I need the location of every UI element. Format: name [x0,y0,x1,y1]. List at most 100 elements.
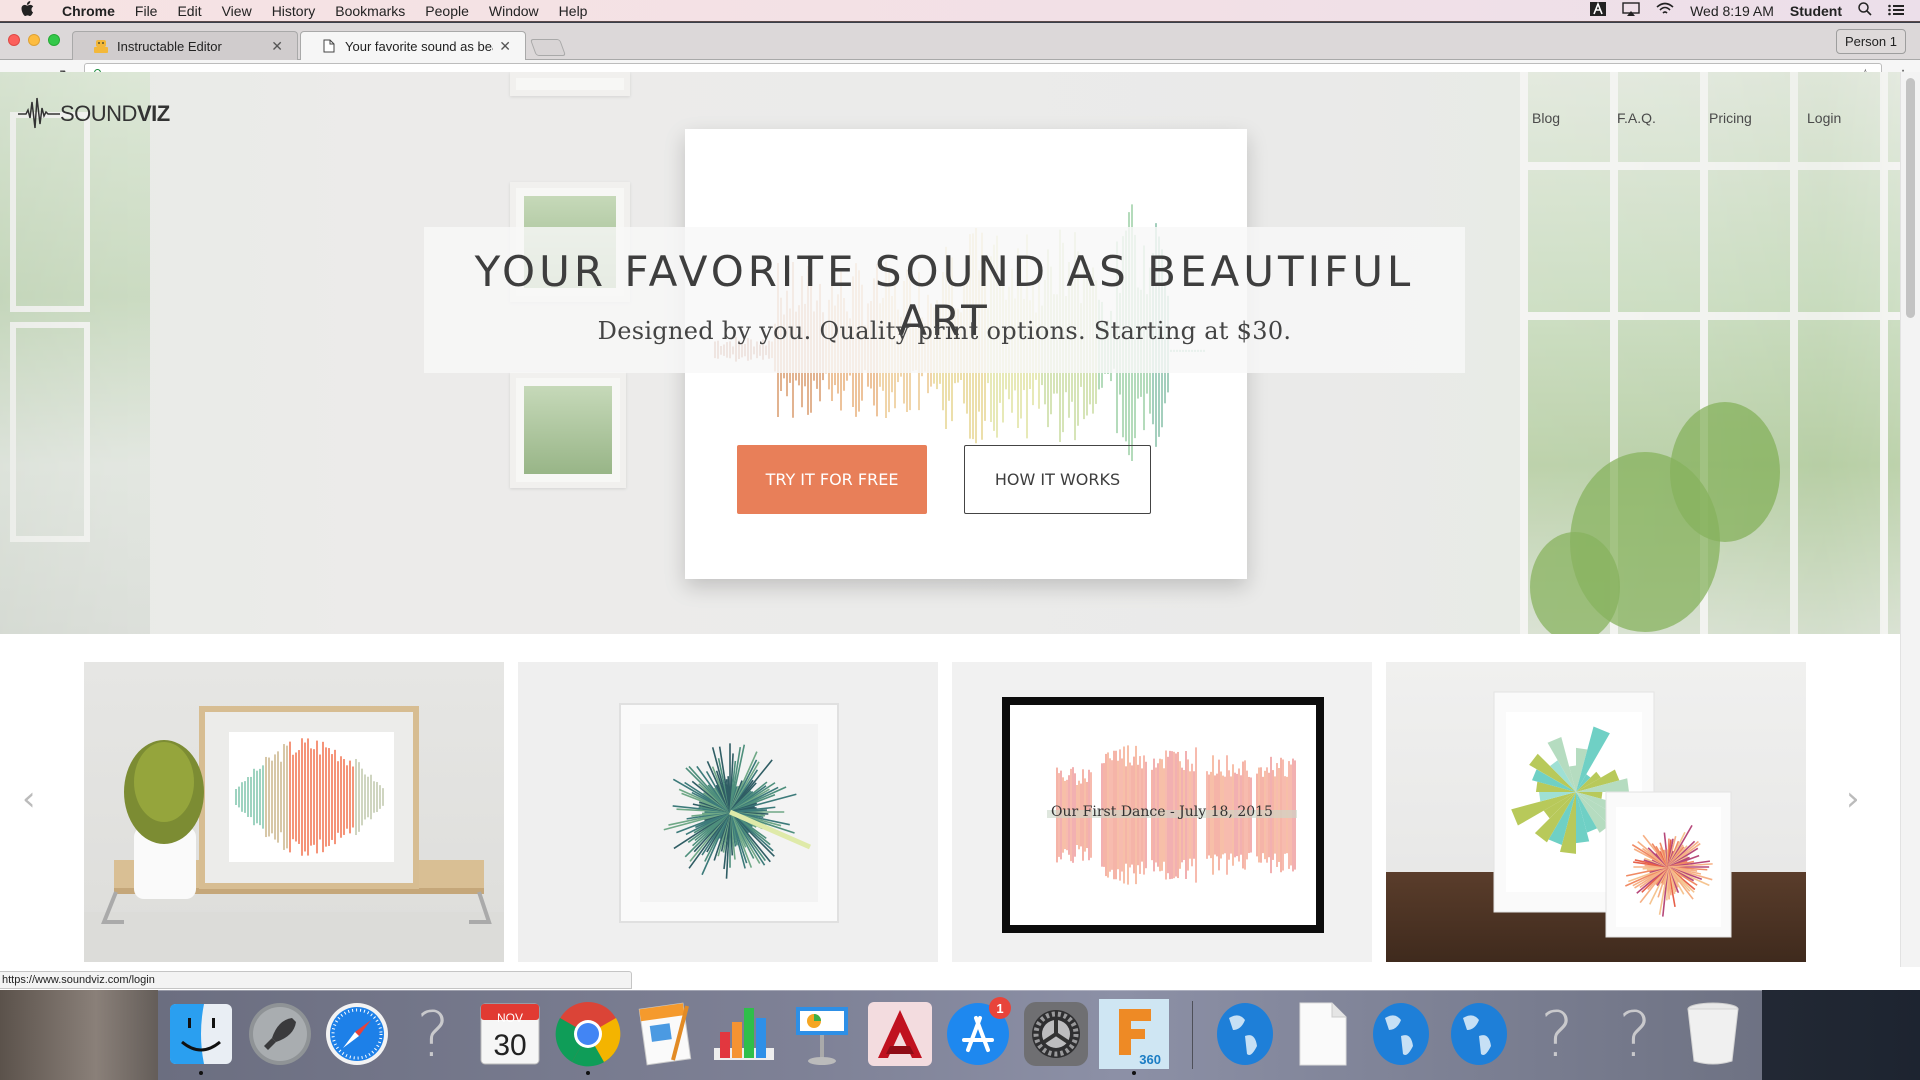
close-tab-icon[interactable]: ✕ [499,38,511,55]
calendar-month: NOV [496,1011,523,1025]
user-menu[interactable]: Student [1790,3,1842,19]
logo-text-light: SOUND [60,101,137,126]
background-window-right [1520,72,1900,634]
dock-pages[interactable] [631,999,701,1069]
soundviz-logo[interactable]: SOUNDVIZ [18,94,170,134]
trash-icon [1687,1002,1739,1065]
wifi-icon[interactable] [1656,2,1674,19]
background-small-window [510,72,630,96]
globe-icon [1217,1003,1273,1065]
nav-faq[interactable]: F.A.Q. [1617,110,1656,126]
dock-web-location[interactable] [1210,999,1280,1069]
dock-separator [1192,1001,1193,1069]
dock-launchpad[interactable] [245,999,315,1069]
running-indicator [199,1071,203,1075]
dock-fusion-360[interactable]: 360 [1099,999,1169,1075]
zoom-window-button[interactable] [48,34,60,46]
carousel-slide[interactable] [518,662,938,962]
two-radial-prints-photo [1493,691,1732,938]
tab-instructable-editor[interactable]: Instructable Editor ✕ [72,31,298,60]
background-window-left [0,72,150,634]
dock-finder[interactable] [166,999,236,1075]
menu-window[interactable]: Window [489,3,539,19]
waveform-logo-icon [18,97,60,129]
gallery-carousel: ‹ Our First Dance - July 18, 2015 › [0,634,1900,967]
dock-unknown-app[interactable]: ? [398,997,468,1071]
minimize-window-button[interactable] [28,34,40,46]
airplay-icon[interactable] [1622,2,1640,19]
tab-title: Your favorite sound as beautiful art [345,38,493,54]
launchpad-rocket-icon [249,1003,311,1065]
close-window-button[interactable] [8,34,20,46]
carousel-next-chevron-icon[interactable]: › [1846,779,1860,819]
background-small-window [510,372,626,488]
close-tab-icon[interactable]: ✕ [271,38,283,55]
dock-web-location[interactable] [1444,999,1514,1069]
numbers-chart-icon [714,1008,774,1060]
logo-wordmark: SOUNDVIZ [60,101,170,127]
scrollbar-thumb[interactable] [1906,78,1915,318]
carousel-slide[interactable] [1386,662,1806,962]
fusion-label: 360 [1139,1052,1161,1067]
menu-app-chrome[interactable]: Chrome [62,3,115,19]
menu-history[interactable]: History [272,3,316,19]
document-icon [321,38,337,54]
question-mark-icon: ? [416,997,450,1071]
menu-view[interactable]: View [222,3,252,19]
link-status-bar: https://www.soundviz.com/login [0,971,632,989]
dock-app-store[interactable]: 1 [943,997,1013,1069]
running-indicator [1132,1071,1136,1075]
nav-blog[interactable]: Blog [1532,110,1560,126]
dock-chrome[interactable] [553,999,623,1075]
dock-calendar[interactable]: NOV 30 [475,999,545,1069]
dock-trash[interactable] [1678,999,1748,1069]
new-tab-button[interactable] [529,39,567,56]
carousel-slide[interactable]: Our First Dance - July 18, 2015 [952,662,1372,962]
chrome-logo-icon [555,1002,621,1067]
apple-menu-icon[interactable] [20,0,38,21]
print-caption: Our First Dance - July 18, 2015 [1051,804,1273,820]
menu-edit[interactable]: Edit [177,3,201,19]
menu-file[interactable]: File [135,3,158,19]
try-it-free-button[interactable]: TRY IT FOR FREE [737,445,927,514]
dock-document[interactable] [1288,999,1358,1069]
tab-title: Instructable Editor [117,38,222,54]
dock-keynote[interactable] [787,999,857,1069]
document-file-icon [1299,1002,1347,1066]
keynote-podium-icon [796,1007,848,1065]
pages-icon [638,1002,692,1066]
hero-section: SOUNDVIZ Blog F.A.Q. Pricing Login YOUR … [0,72,1900,634]
globe-icon [1373,1003,1429,1065]
dock-unknown-app[interactable]: ? [1600,998,1670,1071]
dock-numbers[interactable] [709,999,779,1069]
tab-soundviz[interactable]: Your favorite sound as beautiful art ✕ [300,31,526,60]
dock-unknown-app[interactable]: ? [1522,997,1592,1071]
nav-pricing[interactable]: Pricing [1709,110,1752,126]
spotlight-icon[interactable] [1858,2,1872,19]
page-viewport: SOUNDVIZ Blog F.A.Q. Pricing Login YOUR … [0,72,1900,967]
menu-help[interactable]: Help [559,3,588,19]
menu-people[interactable]: People [425,3,469,19]
dock-web-location[interactable] [1366,999,1436,1069]
carousel-slide[interactable] [84,662,504,962]
menu-bookmarks[interactable]: Bookmarks [335,3,405,19]
clock[interactable]: Wed 8:19 AM [1690,3,1774,19]
notification-center-icon[interactable] [1888,3,1904,19]
hero-subheadline: Designed by you. Quality print options. … [597,317,1292,345]
question-mark-icon: ? [1540,997,1574,1071]
dock-safari[interactable] [322,999,392,1069]
dock: ? NOV 30 1 360 ? ? [158,990,1762,1080]
adobe-icon[interactable] [1590,1,1607,19]
radial-green-photo [619,703,839,923]
carousel-prev-chevron-icon[interactable]: ‹ [22,779,36,819]
how-it-works-button[interactable]: HOW IT WORKS [964,445,1151,514]
finder-icon [170,1004,232,1064]
profile-button[interactable]: Person 1 [1835,29,1906,54]
dock-system-preferences[interactable] [1021,999,1091,1069]
dock-autocad[interactable] [865,999,935,1069]
logo-text-bold: VIZ [136,101,170,126]
page-scrollbar[interactable] [1900,72,1920,967]
nav-login[interactable]: Login [1807,110,1841,126]
gear-icon [1024,1002,1088,1066]
calendar-day: 30 [493,1029,527,1062]
